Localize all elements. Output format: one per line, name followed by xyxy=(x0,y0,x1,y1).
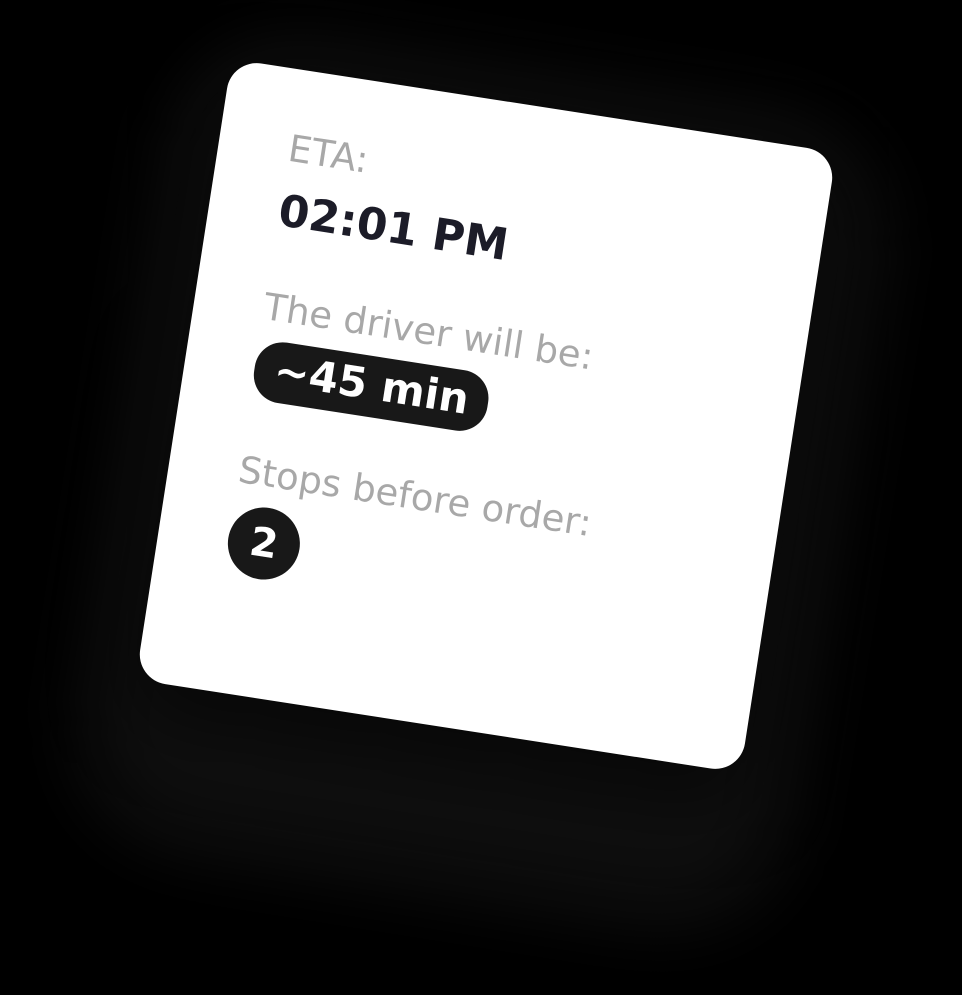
card-content: ETA: 02:01 PM The driver will be: ~45 mi… xyxy=(222,127,644,628)
stage: ETA: 02:01 PM The driver will be: ~45 mi… xyxy=(0,0,962,995)
stops-count-badge: 2 xyxy=(222,502,305,585)
eta-card: ETA: 02:01 PM The driver will be: ~45 mi… xyxy=(135,58,837,774)
